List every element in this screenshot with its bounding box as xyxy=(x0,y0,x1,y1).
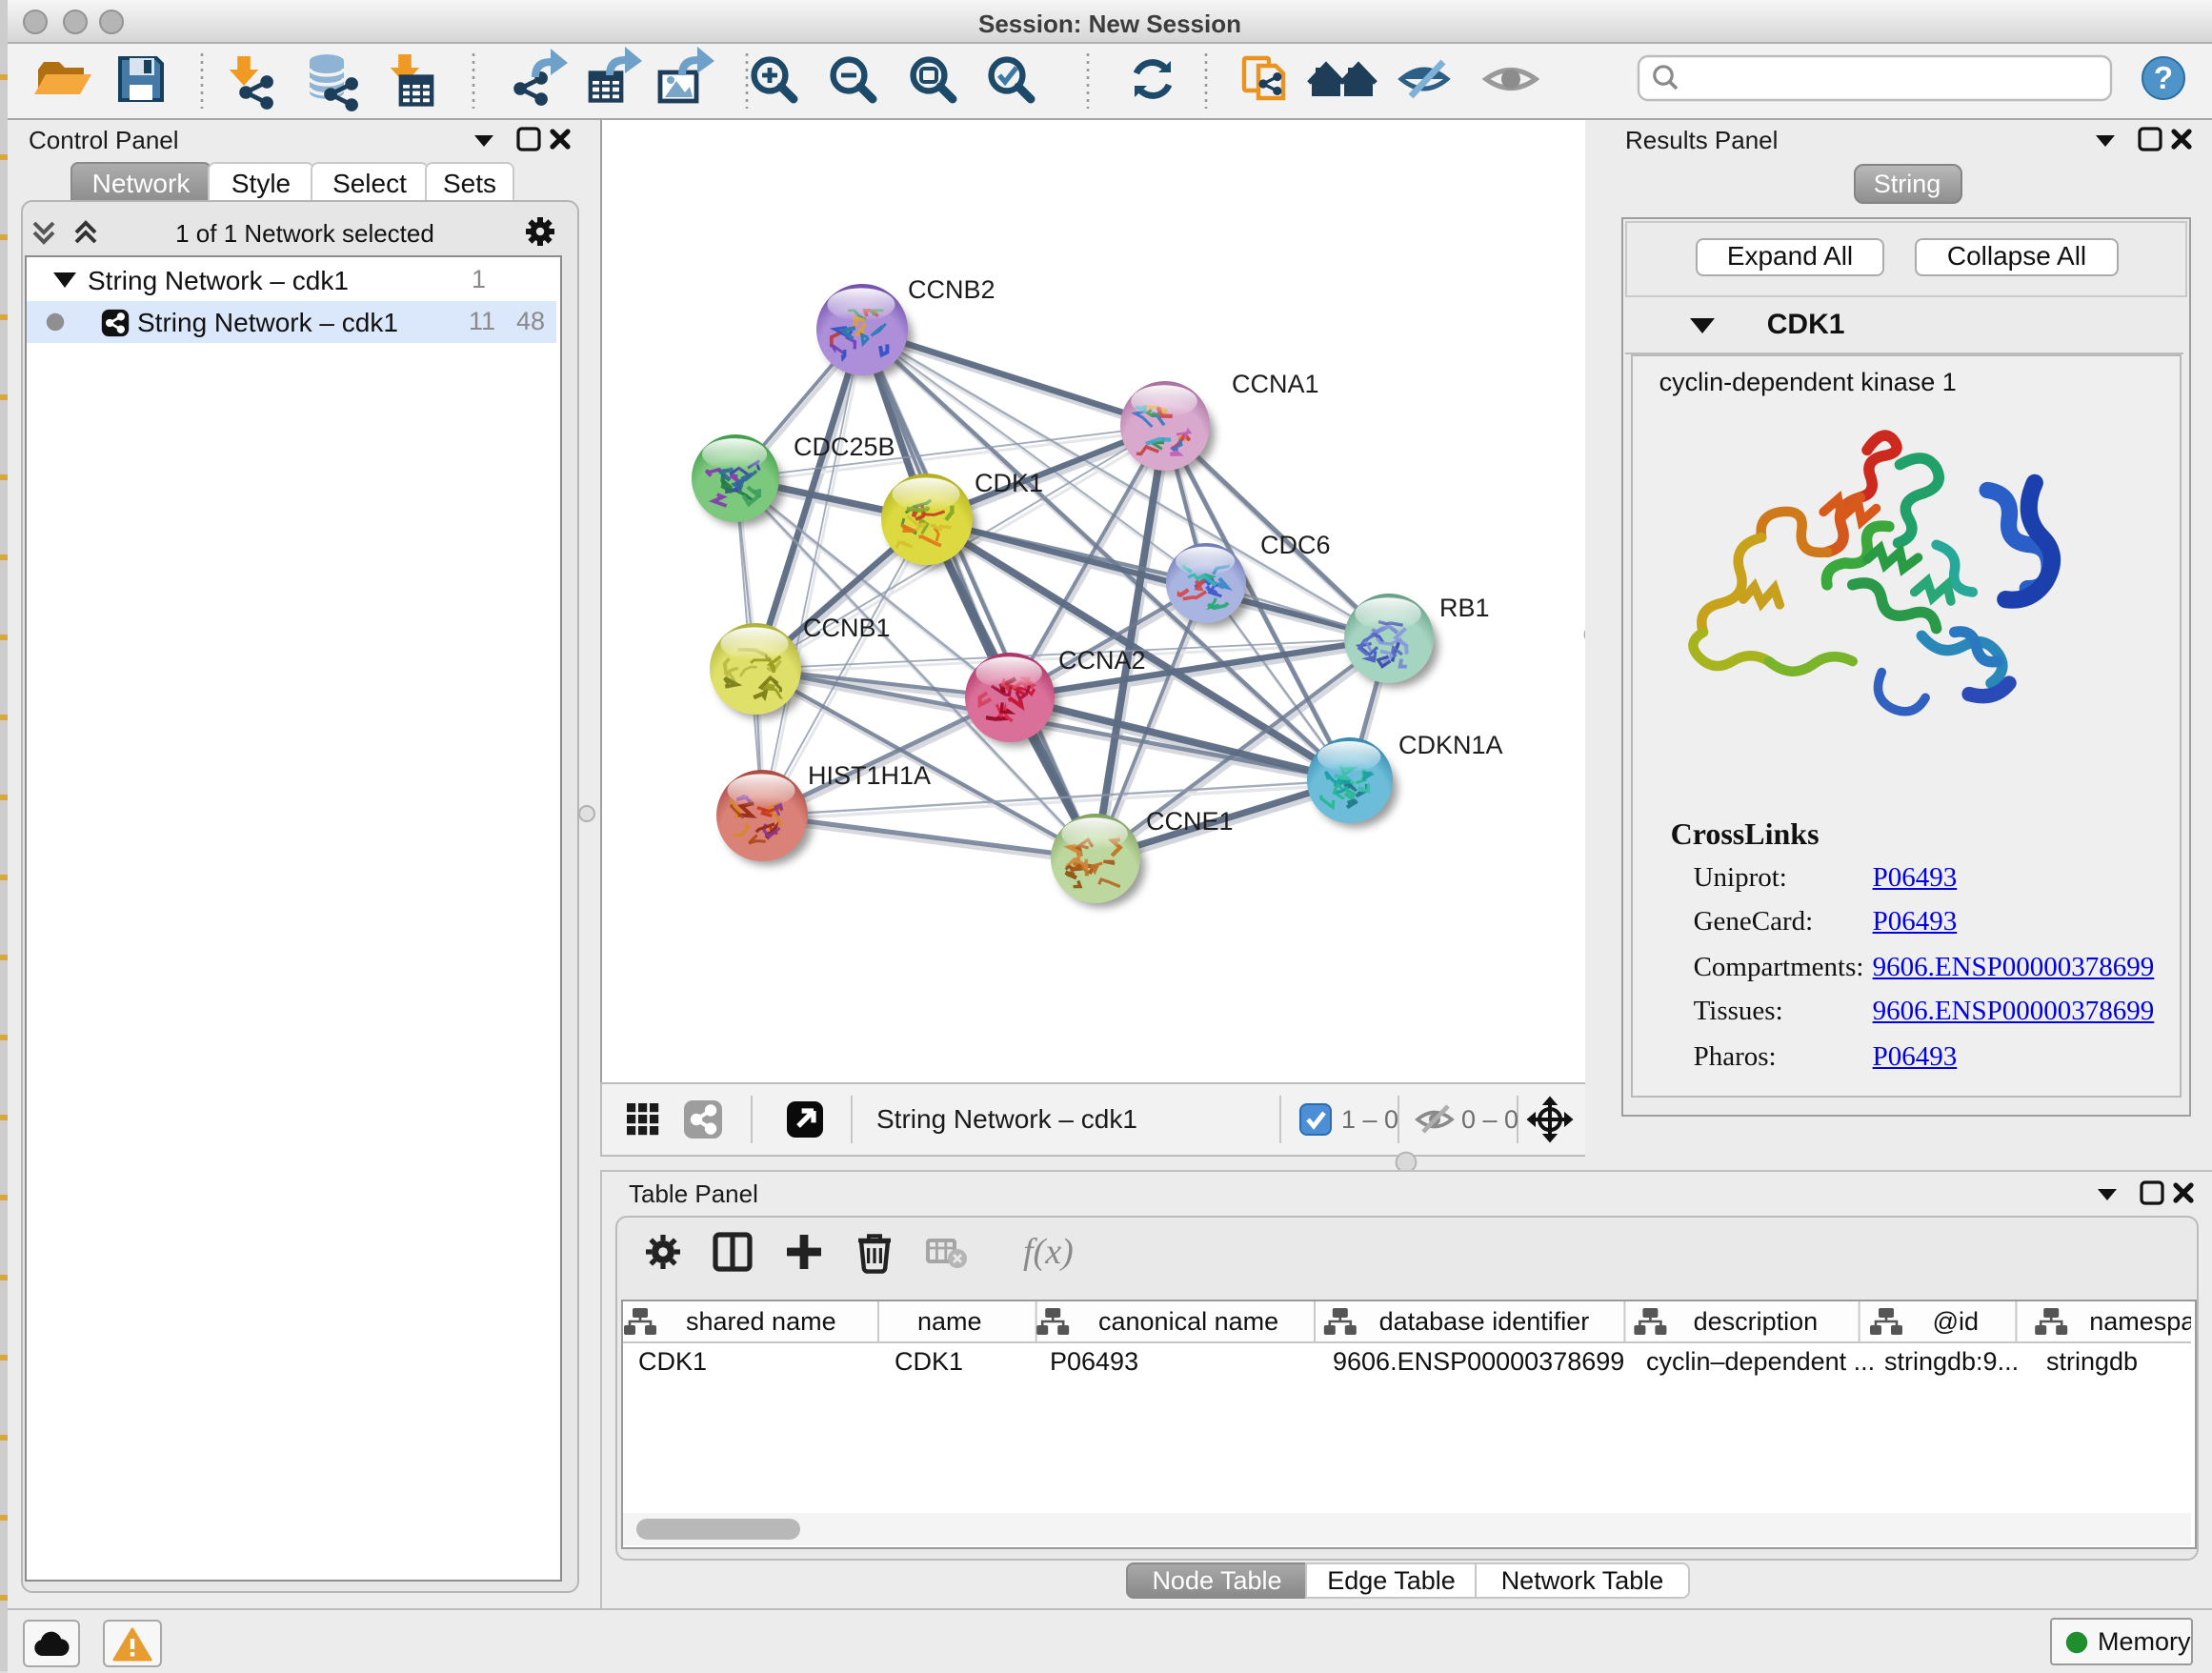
svg-text:CDKN1A: CDKN1A xyxy=(1398,731,1502,759)
svg-text:shared name: shared name xyxy=(686,1307,836,1336)
svg-text:CDC25B: CDC25B xyxy=(793,433,895,461)
svg-text:CCNB2: CCNB2 xyxy=(907,275,995,304)
svg-text:f(x): f(x) xyxy=(1022,1232,1073,1272)
svg-text:CDC6: CDC6 xyxy=(1259,531,1330,559)
svg-text:HIST1H1A: HIST1H1A xyxy=(807,761,930,790)
svg-text:stringdb: stringdb xyxy=(2046,1347,2138,1376)
svg-text:database identifier: database identifier xyxy=(1379,1307,1590,1336)
svg-text:9606.ENSP00000378699: 9606.ENSP00000378699 xyxy=(1333,1347,1624,1376)
svg-text:name: name xyxy=(917,1307,982,1336)
svg-text:@id: @id xyxy=(1933,1307,1979,1336)
svg-text:CCNA2: CCNA2 xyxy=(1057,646,1145,675)
svg-text:stringdb:9...: stringdb:9... xyxy=(1884,1347,2019,1376)
svg-text:P06493: P06493 xyxy=(1050,1347,1138,1376)
svg-text:String Network – cdk1: String Network – cdk1 xyxy=(875,1103,1136,1133)
svg-text:CCNB1: CCNB1 xyxy=(802,614,890,642)
svg-text:CDK1: CDK1 xyxy=(974,469,1042,497)
svg-text:?: ? xyxy=(2154,60,2173,95)
svg-text:cyclin–dependent ...: cyclin–dependent ... xyxy=(1646,1347,1875,1376)
svg-text:1 – 0: 1 – 0 xyxy=(1340,1104,1398,1133)
svg-text:CCNA1: CCNA1 xyxy=(1231,370,1318,398)
svg-text:CCNE1: CCNE1 xyxy=(1145,807,1233,836)
svg-text:0 – 0: 0 – 0 xyxy=(1460,1104,1518,1133)
svg-text:RB1: RB1 xyxy=(1438,594,1489,622)
svg-text:description: description xyxy=(1694,1307,1819,1336)
svg-text:CDK1: CDK1 xyxy=(638,1347,707,1376)
svg-text:namespac: namespac xyxy=(2089,1307,2191,1336)
svg-text:canonical name: canonical name xyxy=(1098,1307,1278,1336)
svg-text:CDK1: CDK1 xyxy=(895,1347,963,1376)
